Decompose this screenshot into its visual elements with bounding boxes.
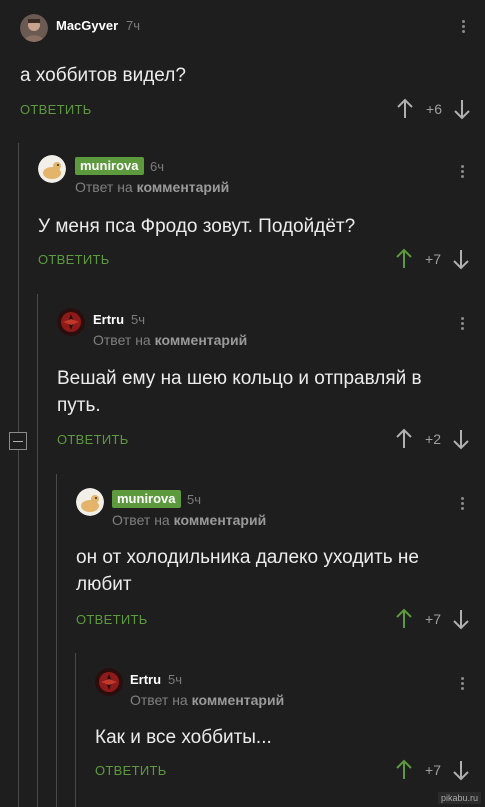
upvote-arrow-icon[interactable]: [394, 427, 414, 451]
vote-controls: +7: [394, 758, 484, 782]
comment: Ertru 5ч Ответ на комментарий Как и все …: [95, 668, 485, 788]
comment-time: 6ч: [150, 159, 165, 174]
reply-to-link[interactable]: комментарий: [155, 332, 248, 348]
comment: munirova 5ч Ответ на комментарий он от х…: [76, 488, 485, 638]
reply-to-label: Ответ на комментарий: [93, 332, 248, 348]
vote-controls: +7: [394, 607, 484, 631]
vote-controls: +6: [395, 97, 485, 121]
author-name[interactable]: Ertru: [93, 313, 124, 327]
upvote-arrow-icon[interactable]: [394, 247, 414, 271]
more-options-icon[interactable]: [456, 315, 468, 335]
downvote-arrow-icon[interactable]: [451, 427, 471, 451]
reply-to-link[interactable]: комментарий: [137, 179, 230, 195]
avatar[interactable]: [57, 308, 85, 336]
downvote-arrow-icon[interactable]: [451, 247, 471, 271]
reply-button[interactable]: ОТВЕТИТЬ: [20, 102, 92, 117]
more-options-icon[interactable]: [456, 675, 468, 695]
rating-value: +7: [425, 251, 441, 267]
reply-button[interactable]: ОТВЕТИТЬ: [57, 432, 129, 447]
reply-to-label: Ответ на комментарий: [112, 512, 267, 528]
comment-time: 5ч: [168, 672, 183, 687]
avatar[interactable]: [38, 155, 66, 183]
downvote-arrow-icon[interactable]: [451, 758, 471, 782]
vote-controls: +2: [394, 427, 484, 451]
comment-text: а хоббитов видел?: [20, 65, 186, 86]
upvote-arrow-icon[interactable]: [395, 97, 415, 121]
thread-line: [75, 653, 76, 807]
reply-to-label: Ответ на комментарий: [75, 179, 230, 195]
comment-time: 5ч: [131, 312, 146, 327]
comment: MacGyver 7ч а хоббитов видел? ОТВЕТИТЬ +…: [20, 14, 485, 124]
author-name[interactable]: MacGyver: [56, 19, 118, 33]
comment-text: он от холодильника далеко уходить не люб…: [76, 547, 419, 595]
comment-text: Вешай ему на шею кольцо и отправляй в пу…: [57, 368, 422, 416]
author-name[interactable]: munirova: [112, 490, 181, 508]
comment: munirova 6ч Ответ на комментарий У меня …: [38, 155, 485, 275]
reply-to-label: Ответ на комментарий: [130, 692, 285, 708]
vote-controls: +7: [394, 247, 484, 271]
comment-text: У меня пса Фродо зовут. Подойдёт?: [38, 216, 356, 237]
avatar[interactable]: [20, 14, 48, 42]
author-name[interactable]: munirova: [75, 157, 144, 175]
more-options-icon[interactable]: [457, 18, 469, 38]
avatar[interactable]: [95, 668, 123, 696]
reply-to-link[interactable]: комментарий: [192, 692, 285, 708]
reply-button[interactable]: ОТВЕТИТЬ: [95, 763, 167, 778]
watermark: pikabu.ru: [437, 792, 481, 804]
collapse-thread-button[interactable]: [9, 432, 27, 450]
rating-value: +6: [426, 101, 442, 117]
reply-button[interactable]: ОТВЕТИТЬ: [38, 252, 110, 267]
thread-line: [56, 474, 57, 807]
rating-value: +7: [425, 611, 441, 627]
downvote-arrow-icon[interactable]: [451, 607, 471, 631]
rating-value: +2: [425, 431, 441, 447]
thread-line: [37, 294, 38, 807]
comment: Ertru 5ч Ответ на комментарий Вешай ему …: [57, 308, 485, 458]
comment-time: 5ч: [187, 492, 202, 507]
author-name[interactable]: Ertru: [130, 673, 161, 687]
more-options-icon[interactable]: [456, 163, 468, 183]
comment-text: Как и все хоббиты...: [95, 727, 272, 748]
more-options-icon[interactable]: [456, 495, 468, 515]
thread-line: [18, 143, 19, 807]
upvote-arrow-icon[interactable]: [394, 607, 414, 631]
upvote-arrow-icon[interactable]: [394, 758, 414, 782]
reply-button[interactable]: ОТВЕТИТЬ: [76, 612, 148, 627]
downvote-arrow-icon[interactable]: [452, 97, 472, 121]
rating-value: +7: [425, 762, 441, 778]
reply-to-link[interactable]: комментарий: [174, 512, 267, 528]
comment-time: 7ч: [126, 18, 141, 33]
avatar[interactable]: [76, 488, 104, 516]
